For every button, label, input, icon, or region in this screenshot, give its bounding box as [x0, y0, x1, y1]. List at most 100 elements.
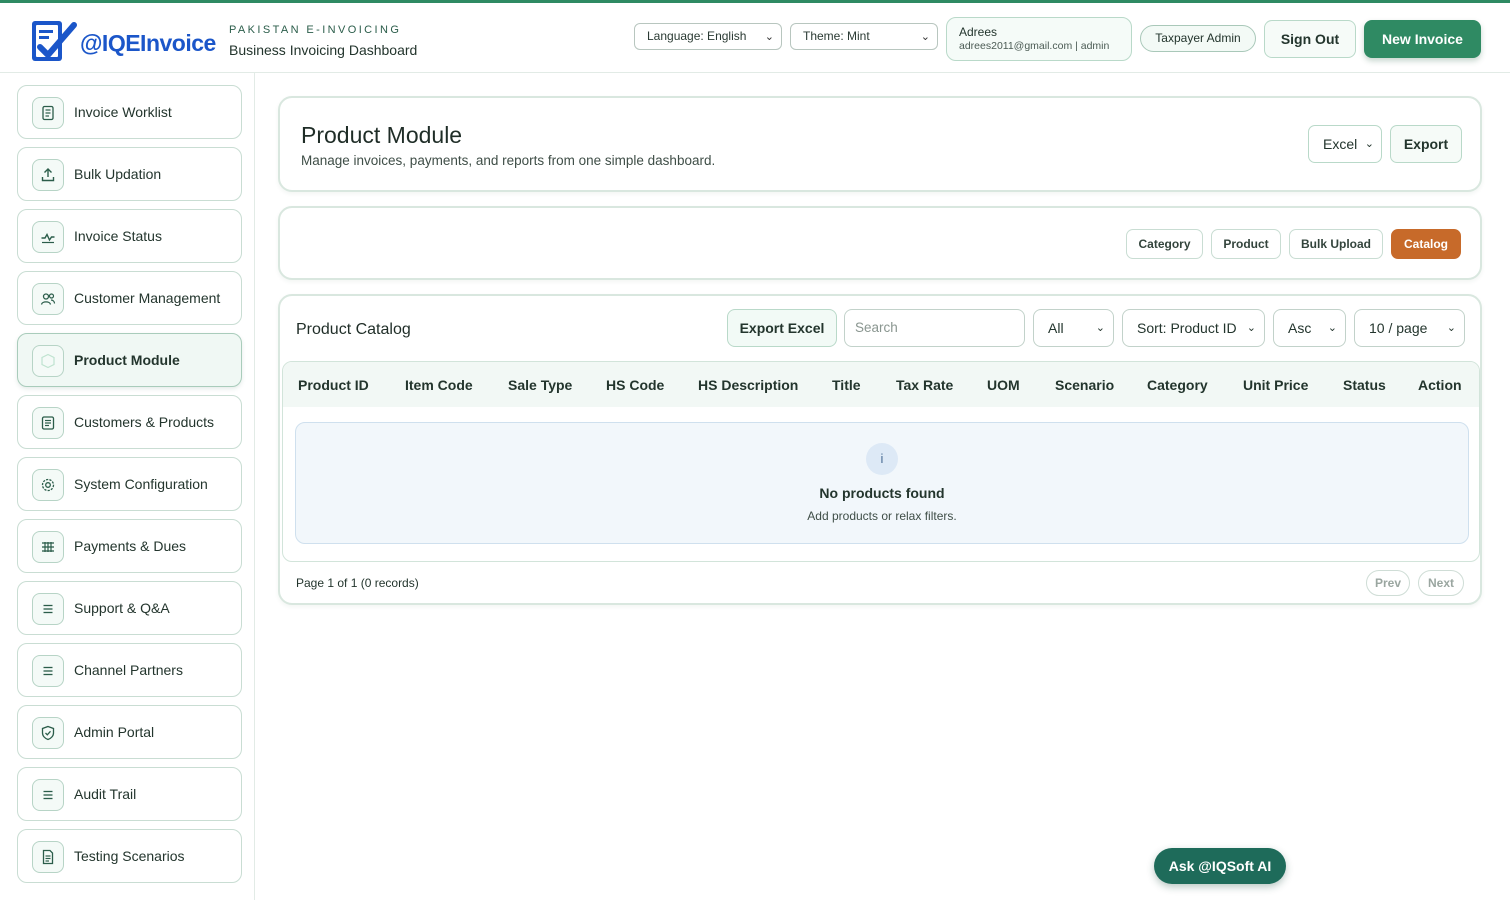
chevron-down-icon: ⌄ [1246, 322, 1256, 334]
sidebar-item-admin-portal[interactable]: Admin Portal [17, 705, 242, 759]
module-tabs-card: Category Product Bulk Upload Catalog [278, 206, 1482, 280]
sidebar-item-testing-scenarios[interactable]: Testing Scenarios [17, 829, 242, 883]
box-icon [32, 345, 64, 377]
info-icon: i [866, 443, 898, 475]
column-header: Action [1418, 377, 1462, 393]
page-size-select[interactable]: 10 / page ⌄ [1354, 309, 1465, 347]
column-header: UOM [987, 377, 1020, 393]
sidebar-item-label: Payments & Dues [74, 538, 187, 554]
shield-icon [32, 717, 64, 749]
column-header: HS Description [698, 377, 799, 393]
sidebar-item-label: Support & Q&A [74, 600, 170, 616]
column-header: Item Code [405, 377, 473, 393]
chevron-down-icon: ⌄ [764, 31, 774, 43]
search-input[interactable]: Search [844, 309, 1025, 347]
new-invoice-button[interactable]: New Invoice [1364, 20, 1481, 58]
upload-icon [32, 159, 64, 191]
sidebar: Invoice Worklist Bulk Updation Invoice S… [0, 73, 255, 900]
empty-state: i No products found Add products or rela… [295, 422, 1469, 544]
dashboard-title: Business Invoicing Dashboard [229, 42, 418, 58]
empty-state-title: No products found [819, 485, 945, 501]
column-header: Unit Price [1243, 377, 1309, 393]
sidebar-item-label: Invoice Status [74, 228, 162, 244]
pulse-icon [32, 221, 64, 253]
prev-page-button[interactable]: Prev [1366, 570, 1410, 596]
document-icon [32, 407, 64, 439]
sign-out-button[interactable]: Sign Out [1264, 20, 1356, 58]
tab-category[interactable]: Category [1126, 229, 1203, 259]
column-header: Tax Rate [896, 377, 954, 393]
top-bar: @IQEInvoice PAKISTAN E-INVOICING Busines… [0, 0, 1510, 73]
sidebar-item-invoice-status[interactable]: Invoice Status [17, 209, 242, 263]
status-filter-select[interactable]: All ⌄ [1033, 309, 1114, 347]
tab-bulk-upload[interactable]: Bulk Upload [1289, 229, 1383, 259]
menu-icon [32, 593, 64, 625]
page-description: Manage invoices, payments, and reports f… [301, 153, 716, 168]
user-info: Adrees adrees2011@gmail.com | admin [946, 17, 1132, 61]
tab-catalog[interactable]: Catalog [1391, 229, 1461, 259]
sidebar-item-audit-trail[interactable]: Audit Trail [17, 767, 242, 821]
sidebar-item-customer-management[interactable]: Customer Management [17, 271, 242, 325]
sidebar-item-label: Testing Scenarios [74, 848, 185, 864]
chevron-down-icon: ⌄ [920, 31, 930, 43]
sort-select[interactable]: Sort: Product ID ⌄ [1122, 309, 1265, 347]
menu-icon [32, 655, 64, 687]
table-icon [32, 531, 64, 563]
sidebar-item-channel-partners[interactable]: Channel Partners [17, 643, 242, 697]
sidebar-item-bulk-updation[interactable]: Bulk Updation [17, 147, 242, 201]
column-header: Product ID [298, 377, 369, 393]
table-header: Product ID Item Code Sale Type HS Code H… [283, 362, 1479, 407]
language-select[interactable]: Language: English ⌄ [634, 23, 782, 50]
brand-name: @IQEInvoice [80, 30, 216, 56]
catalog-title: Product Catalog [296, 321, 411, 338]
user-email: adrees2011@gmail.com | admin [959, 40, 1110, 52]
sidebar-item-label: System Configuration [74, 476, 208, 492]
file-icon [32, 841, 64, 873]
tab-product[interactable]: Product [1211, 229, 1281, 259]
sidebar-item-label: Invoice Worklist [74, 104, 172, 120]
column-header: Scenario [1055, 377, 1115, 393]
page-title: Product Module [301, 122, 463, 148]
sidebar-item-label: Product Module [74, 352, 180, 368]
role-badge: Taxpayer Admin [1140, 25, 1256, 52]
sidebar-item-label: Customer Management [74, 290, 221, 306]
pagination-info: Page 1 of 1 (0 records) [296, 576, 419, 590]
sidebar-item-support-qa[interactable]: Support & Q&A [17, 581, 242, 635]
next-page-button[interactable]: Next [1418, 570, 1464, 596]
sidebar-item-label: Audit Trail [74, 786, 137, 802]
users-icon [32, 283, 64, 315]
chevron-down-icon: ⌄ [1327, 322, 1337, 334]
page-header-card: Product Module Manage invoices, payments… [278, 96, 1482, 192]
sidebar-item-product-module[interactable]: Product Module [17, 333, 242, 387]
ask-ai-button[interactable]: Ask @IQSoft AI [1154, 848, 1286, 884]
sort-order-select[interactable]: Asc ⌄ [1273, 309, 1346, 347]
sidebar-item-payments-dues[interactable]: Payments & Dues [17, 519, 242, 573]
chevron-down-icon: ⌄ [1364, 138, 1374, 150]
chevron-down-icon: ⌄ [1446, 322, 1456, 334]
invoice-logo-icon [32, 21, 77, 61]
sidebar-item-label: Bulk Updation [74, 166, 162, 182]
column-header: Category [1147, 377, 1208, 393]
document-icon [32, 97, 64, 129]
brand-subtitle: PAKISTAN E-INVOICING [229, 24, 402, 36]
sidebar-item-invoice-worklist[interactable]: Invoice Worklist [17, 85, 242, 139]
column-header: HS Code [606, 377, 665, 393]
user-name: Adrees [959, 25, 998, 39]
export-button[interactable]: Export [1390, 125, 1462, 163]
column-header: Sale Type [508, 377, 573, 393]
menu-icon [32, 779, 64, 811]
export-format-select[interactable]: Excel ⌄ [1308, 125, 1382, 163]
product-catalog-card: Product Catalog Export Excel Search All ⌄… [278, 294, 1482, 605]
sidebar-item-label: Admin Portal [74, 724, 155, 740]
product-table: Product ID Item Code Sale Type HS Code H… [282, 361, 1480, 562]
sidebar-item-system-configuration[interactable]: System Configuration [17, 457, 242, 511]
column-header: Status [1343, 377, 1386, 393]
empty-state-hint: Add products or relax filters. [807, 509, 957, 523]
sidebar-item-customers-products[interactable]: Customers & Products [17, 395, 242, 449]
chevron-down-icon: ⌄ [1095, 322, 1105, 334]
column-header: Title [832, 377, 861, 393]
sidebar-item-label: Channel Partners [74, 662, 183, 678]
theme-select[interactable]: Theme: Mint ⌄ [790, 23, 938, 50]
sidebar-item-label: Customers & Products [74, 414, 215, 430]
export-excel-button[interactable]: Export Excel [727, 309, 837, 347]
